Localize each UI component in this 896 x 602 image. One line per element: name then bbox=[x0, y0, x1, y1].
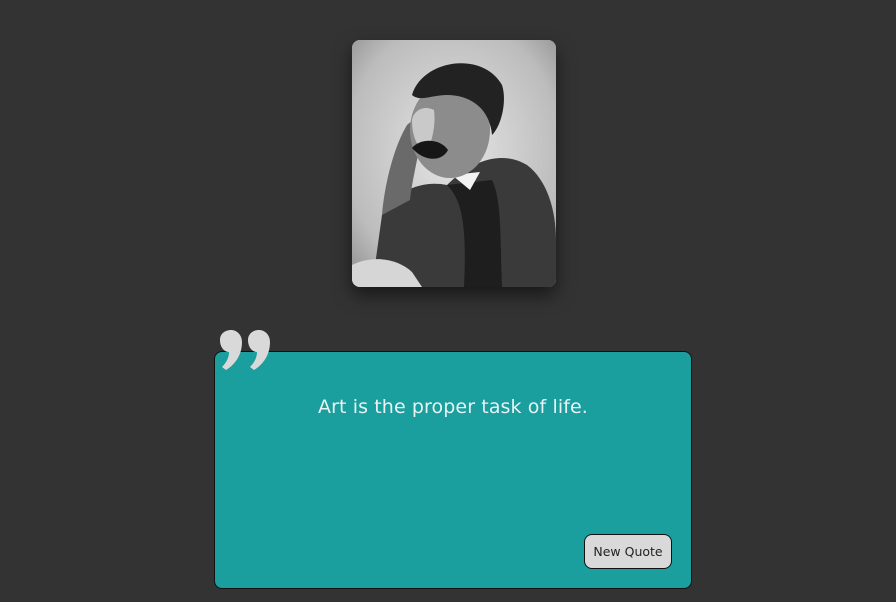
author-portrait bbox=[352, 40, 556, 287]
new-quote-button[interactable]: New Quote bbox=[584, 534, 672, 569]
quote-text: Art is the proper task of life. bbox=[318, 396, 588, 418]
quote-card: Art is the proper task of life. New Quot… bbox=[214, 351, 692, 589]
closing-quote-icon bbox=[216, 330, 276, 374]
